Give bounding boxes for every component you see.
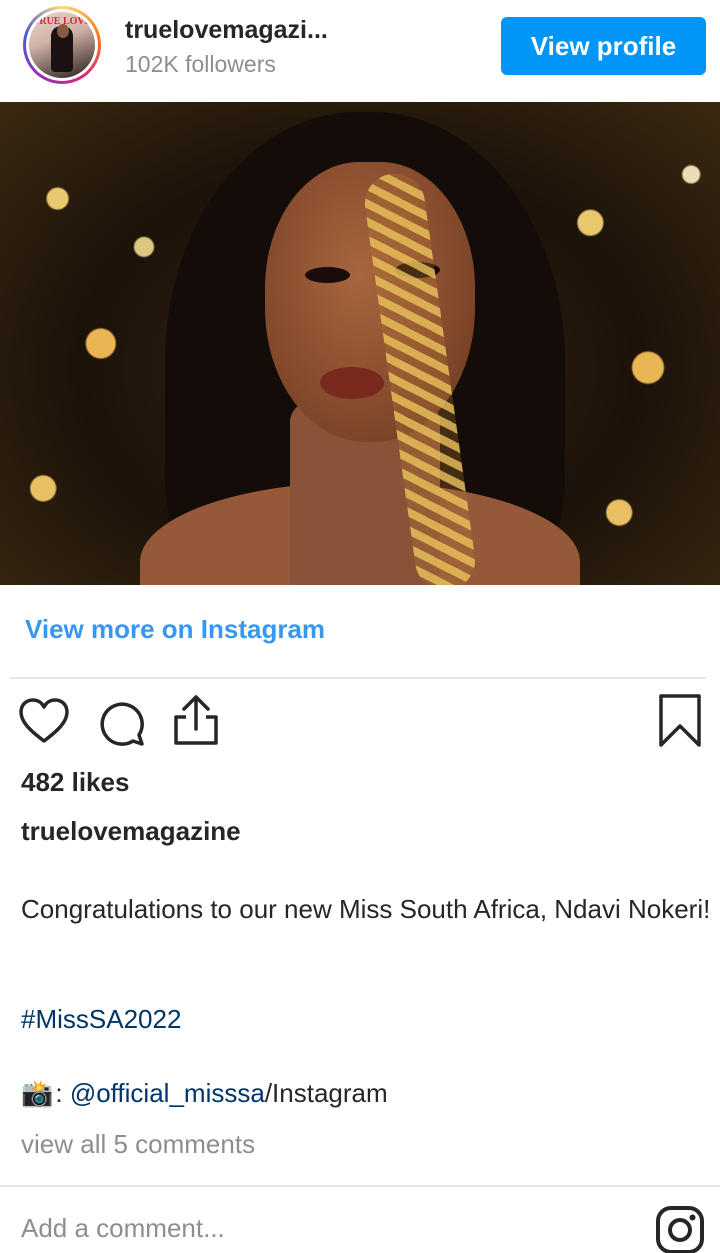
bookmark-icon[interactable] bbox=[656, 693, 704, 749]
camera-icon: 📸 bbox=[21, 1078, 54, 1108]
avatar[interactable]: TRUE LOVE bbox=[23, 6, 101, 84]
hashtag-link[interactable]: #MissSA2022 bbox=[21, 1004, 181, 1035]
instagram-icon[interactable] bbox=[655, 1205, 705, 1253]
mention-link[interactable]: @official_misssa bbox=[70, 1078, 265, 1109]
credit-suffix: /Instagram bbox=[264, 1078, 388, 1108]
credit-separator: : bbox=[55, 1078, 70, 1108]
avatar-image: TRUE LOVE bbox=[29, 12, 95, 78]
post-author[interactable]: truelovemagazine bbox=[21, 816, 241, 847]
post-image[interactable] bbox=[0, 102, 720, 585]
view-more-on-instagram-link[interactable]: View more on Instagram bbox=[25, 614, 325, 645]
view-all-comments-link[interactable]: view all 5 comments bbox=[21, 1129, 255, 1160]
divider bbox=[10, 677, 706, 679]
add-comment-input[interactable] bbox=[21, 1213, 621, 1244]
post-header: TRUE LOVE truelovemagazi... 102K followe… bbox=[0, 0, 720, 102]
view-profile-button[interactable]: View profile bbox=[501, 17, 706, 75]
heart-icon[interactable] bbox=[18, 697, 70, 745]
account-username[interactable]: truelovemagazi... bbox=[125, 16, 328, 45]
post-caption: Congratulations to our new Miss South Af… bbox=[21, 894, 711, 924]
share-icon[interactable] bbox=[170, 693, 222, 747]
follower-count: 102K followers bbox=[125, 51, 276, 77]
divider bbox=[0, 1185, 720, 1187]
like-count[interactable]: 482 likes bbox=[21, 767, 129, 798]
photo-credit: 📸 : @official_misssa /Instagram bbox=[21, 1078, 388, 1109]
comment-icon[interactable] bbox=[95, 697, 147, 749]
